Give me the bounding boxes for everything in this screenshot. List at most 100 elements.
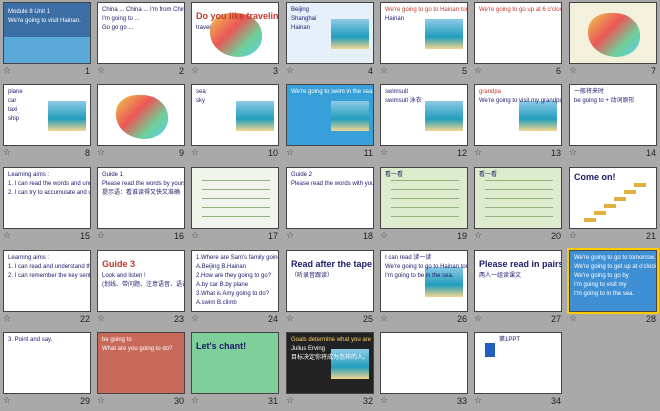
slide-text: A.Beijing B.Hainan	[196, 264, 247, 270]
slide-cell: We're going to swim in the sea. ☆ 11	[283, 82, 377, 161]
photo-picture	[331, 101, 369, 131]
animation-star-icon[interactable]: ☆	[191, 66, 199, 76]
animation-star-icon[interactable]: ☆	[380, 314, 388, 324]
photo-picture	[425, 101, 463, 131]
slide-thumbnail[interactable]: Please read in pairs. 两人一组读课文	[474, 250, 562, 312]
slide-thumbnail[interactable]: Guide 1 Please read the words by yourself…	[97, 167, 185, 229]
animation-star-icon[interactable]: ☆	[569, 66, 577, 76]
animation-star-icon[interactable]: ☆	[97, 231, 105, 241]
slide-number: 13	[550, 148, 561, 158]
slide-text: We're going to visit my grandpa.	[479, 98, 562, 104]
slide-number: 18	[362, 231, 373, 241]
slide-thumbnail[interactable]: 看一看	[380, 167, 468, 229]
slide-thumbnail[interactable]	[97, 84, 185, 146]
photo-picture	[425, 267, 463, 297]
slide-text: China ... China ... I'm from China.	[102, 7, 185, 13]
slide-cell: 第1PPT ☆ 34	[471, 330, 565, 409]
slide-thumbnail[interactable]: Goals determine what you are going to be…	[286, 332, 374, 394]
slide-thumbnail[interactable]: 第1PPT	[474, 332, 562, 394]
animation-star-icon[interactable]: ☆	[569, 314, 577, 324]
animation-star-icon[interactable]: ☆	[474, 66, 482, 76]
slide-thumbnail[interactable]	[191, 167, 279, 229]
slide-cell: Read after the tape! （听录音跟读） ☆ 25	[283, 248, 377, 327]
animation-star-icon[interactable]: ☆	[569, 148, 577, 158]
slide-thumbnail[interactable]: grandpa We're going to visit my grandpa.	[474, 84, 562, 146]
slide-thumbnail[interactable]: Beijing Shanghai Hainan	[286, 2, 374, 64]
animation-star-icon[interactable]: ☆	[474, 148, 482, 158]
animation-star-icon[interactable]: ☆	[380, 66, 388, 76]
animation-star-icon[interactable]: ☆	[97, 66, 105, 76]
slide-thumbnail[interactable]: China ... China ... I'm from China. I'm g…	[97, 2, 185, 64]
slide-number: 10	[267, 148, 278, 158]
slide-thumbnail[interactable]: 一般将来时 be going to + 动词原形	[569, 84, 657, 146]
slide-thumbnail[interactable]: 1.Where are Sam's family going? A.Beijing…	[191, 250, 279, 312]
slide-text: I'm going to in the sea.	[574, 291, 635, 297]
slide-number: 25	[362, 314, 373, 324]
slide-number: 28	[645, 314, 656, 324]
slide-text: 目标决定你将成为怎样的人。	[291, 355, 370, 361]
slide-thumbnail[interactable]: Read after the tape! （听录音跟读）	[286, 250, 374, 312]
slide-text: We're going to go to tomorrow.	[574, 255, 656, 261]
animation-star-icon[interactable]: ☆	[3, 148, 11, 158]
animation-star-icon[interactable]: ☆	[3, 314, 11, 324]
slide-cell: grandpa We're going to visit my grandpa. ☆…	[471, 82, 565, 161]
slide-text: We're going to swim in the sea.	[291, 89, 374, 95]
animation-star-icon[interactable]: ☆	[97, 314, 105, 324]
slide-thumbnail[interactable]: Let's chant!	[191, 332, 279, 394]
slide-thumbnail[interactable]: Learning aims : 1. I can read the words a…	[3, 167, 91, 229]
slide-thumbnail[interactable]: Guide 2 Please read the words with your p…	[286, 167, 374, 229]
slide-thumbnail[interactable]: Module 8 Unit 1 We're going to visit Hain…	[3, 2, 91, 64]
slide-text: Let's chant!	[196, 341, 247, 351]
slide-thumbnail[interactable]	[569, 2, 657, 64]
slide-thumbnail[interactable]: Learning aims : 1. I can read and underst…	[3, 250, 91, 312]
animation-star-icon[interactable]: ☆	[474, 396, 482, 406]
slide-number: 3	[272, 66, 278, 76]
slide-thumbnail[interactable]: I can read 读一读 We're going to go to Haina…	[380, 250, 468, 312]
slide-cell: Guide 3 Look and listen ! (划线、带问题、注意语音、语调)…	[94, 248, 188, 327]
slide-thumbnail[interactable]: We're going to swim in the sea.	[286, 84, 374, 146]
slide-text: I'm going to be in the sea.	[385, 273, 454, 279]
slide-thumbnail[interactable]: plane car taxi ship	[3, 84, 91, 146]
slide-thumbnail[interactable]: sea sky	[191, 84, 279, 146]
animation-star-icon[interactable]: ☆	[191, 148, 199, 158]
animation-star-icon[interactable]: ☆	[474, 314, 482, 324]
animation-star-icon[interactable]: ☆	[380, 396, 388, 406]
slide-thumbnail[interactable]: swimsuit swimsuit 泳衣	[380, 84, 468, 146]
slide-thumbnail[interactable]: We're going to go up at 6 o'clock.	[474, 2, 562, 64]
word-row	[485, 180, 553, 181]
slide-text: 2.How are they going to go?	[196, 273, 272, 279]
animation-star-icon[interactable]: ☆	[286, 66, 294, 76]
animation-star-icon[interactable]: ☆	[3, 396, 11, 406]
slide-thumbnail[interactable]: Come on!	[569, 167, 657, 229]
slide-thumbnail[interactable]: We're going to go to Hainan tomorrow. Hai…	[380, 2, 468, 64]
animation-star-icon[interactable]: ☆	[191, 396, 199, 406]
slide-thumbnail[interactable]	[380, 332, 468, 394]
logo	[485, 343, 495, 357]
animation-star-icon[interactable]: ☆	[97, 148, 105, 158]
animation-star-icon[interactable]: ☆	[191, 314, 199, 324]
slide-thumbnail[interactable]: 3. Point and say.	[3, 332, 91, 394]
slide-thumbnail[interactable]: 看一看	[474, 167, 562, 229]
slide-thumbnail[interactable]: Guide 3 Look and listen ! (划线、带问题、注意语音、语调)	[97, 250, 185, 312]
animation-star-icon[interactable]: ☆	[380, 148, 388, 158]
animation-star-icon[interactable]: ☆	[286, 396, 294, 406]
animation-star-icon[interactable]: ☆	[191, 231, 199, 241]
animation-star-icon[interactable]: ☆	[286, 231, 294, 241]
stair-step	[584, 218, 596, 222]
animation-star-icon[interactable]: ☆	[286, 314, 294, 324]
animation-star-icon[interactable]: ☆	[3, 66, 11, 76]
animation-star-icon[interactable]: ☆	[569, 231, 577, 241]
animation-star-icon[interactable]: ☆	[286, 148, 294, 158]
slide-thumbnail[interactable]: Do you like traveling ? travel	[191, 2, 279, 64]
animation-star-icon[interactable]: ☆	[97, 396, 105, 406]
china-map-picture	[116, 95, 168, 139]
slide-cell: 看一看 ☆ 19	[377, 165, 471, 244]
slide-cell: I can read 读一读 We're going to go to Haina…	[377, 248, 471, 327]
slide-thumbnail[interactable]: be going to What are you going to do?	[97, 332, 185, 394]
animation-star-icon[interactable]: ☆	[474, 231, 482, 241]
slide-thumbnail[interactable]: We're going to go to tomorrow. We're goin…	[567, 248, 659, 314]
slide-text: swimsuit	[385, 89, 409, 95]
animation-star-icon[interactable]: ☆	[3, 231, 11, 241]
slide-text: taxi	[8, 107, 18, 113]
animation-star-icon[interactable]: ☆	[380, 231, 388, 241]
